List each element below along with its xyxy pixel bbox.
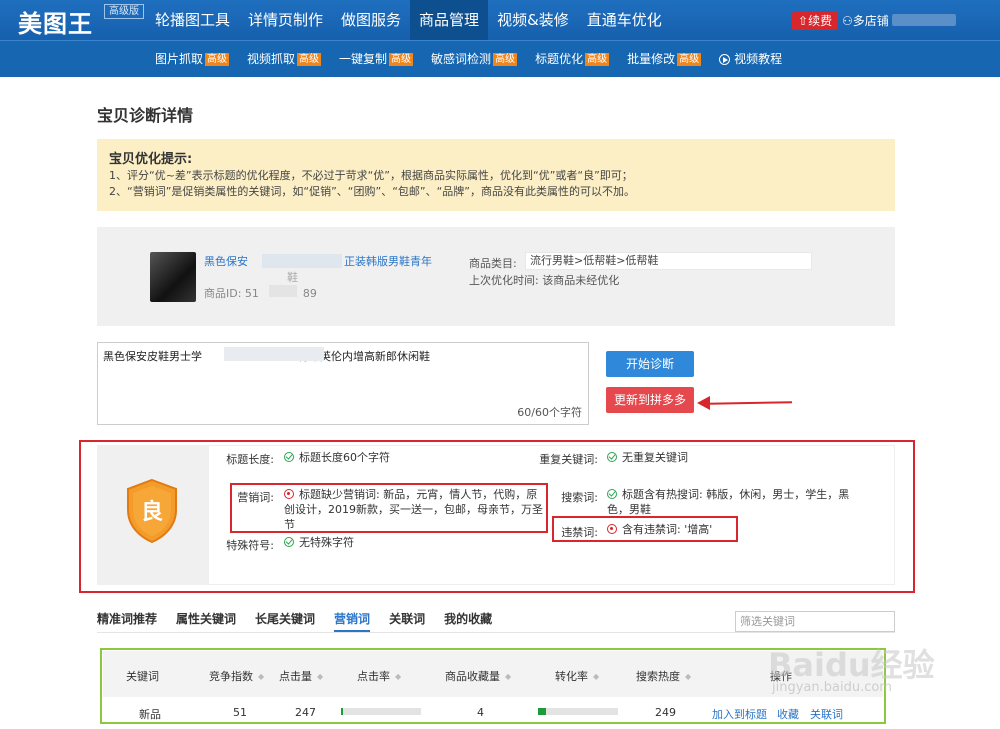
title-textarea[interactable]: 黑色保安皮鞋男士学 青年英伦内增高新郎休闲鞋 60/60个字符 [97, 342, 589, 425]
advanced-badge: 高级 [297, 53, 322, 66]
nav-item-video-decoration[interactable]: 视频&装修 [488, 0, 578, 40]
subnav-video-grab[interactable]: 视频抓取 高级 [238, 41, 330, 78]
product-name-line2: 鞋 [287, 271, 298, 284]
edition-badge: 高级版 [104, 4, 144, 19]
advanced-badge: 高级 [585, 53, 610, 66]
sub-nav: 图片抓取 高级 视频抓取 高级 一键复制 高级 敏感词检测 高级 标题优化 高级 批量修改… [146, 41, 791, 78]
annotation-arrow-head [697, 396, 710, 410]
start-diagnosis-button[interactable]: 开始诊断 [606, 351, 694, 377]
tab-attribute-keywords[interactable]: 属性关键词 [176, 610, 236, 632]
advanced-badge: 高级 [493, 53, 518, 66]
category-value: 流行男鞋>低帮鞋>低帮鞋 [525, 252, 812, 270]
annotation-red-box [79, 440, 915, 593]
product-id: 商品ID: 51 89 [204, 287, 317, 300]
nav-item-detail-page[interactable]: 详情页制作 [239, 0, 332, 40]
account-name-redacted [892, 14, 956, 26]
last-optimized-time: 上次优化时间: 该商品未经优化 [469, 274, 620, 287]
multi-shop-button[interactable]: ⚇多店铺 [842, 12, 889, 30]
redacted-area [224, 347, 324, 361]
tab-my-favorites[interactable]: 我的收藏 [444, 610, 492, 632]
redacted-area [269, 285, 297, 297]
app-logo[interactable]: 美图王 [18, 4, 93, 39]
top-nav-bar: 美图王 高级版 轮播图工具 详情页制作 做图服务 商品管理 视频&装修 直通车优… [0, 0, 1000, 40]
tab-precise-words[interactable]: 精准词推荐 [97, 610, 157, 632]
advanced-badge: 高级 [205, 53, 230, 66]
play-icon [719, 54, 731, 65]
watermark-url: jingyan.baidu.com [772, 680, 892, 695]
tab-divider [97, 632, 895, 633]
product-thumbnail[interactable] [150, 252, 196, 302]
nav-item-ads-optimization[interactable]: 直通车优化 [578, 0, 671, 40]
tips-line-1: 1、评分“优~差”表示标题的优化程度，不必过于苛求“优”，根据商品实际属性，优化… [109, 169, 633, 182]
optimization-tips: 宝贝优化提示: 1、评分“优~差”表示标题的优化程度，不必过于苛求“优”，根据商… [97, 139, 895, 211]
sub-nav-bar: 图片抓取 高级 视频抓取 高级 一键复制 高级 敏感词检测 高级 标题优化 高级 批量修改… [0, 40, 1000, 77]
char-count: 60/60个字符 [517, 406, 582, 419]
tab-long-tail-keywords[interactable]: 长尾关键词 [255, 610, 315, 632]
tab-related-words[interactable]: 关联词 [389, 610, 425, 632]
advanced-badge: 高级 [677, 53, 702, 66]
subnav-sensitive-word-check[interactable]: 敏感词检测 高级 [422, 41, 526, 78]
page-title: 宝贝诊断详情 [97, 106, 194, 125]
update-to-pinduoduo-button[interactable]: 更新到拼多多 [606, 387, 694, 413]
category-label: 商品类目: [469, 257, 517, 270]
user-icon: ⚇ [842, 14, 853, 28]
subnav-image-grab[interactable]: 图片抓取 高级 [146, 41, 238, 78]
advanced-badge: 高级 [389, 53, 414, 66]
nav-item-design-service[interactable]: 做图服务 [332, 0, 410, 40]
annotation-arrow [707, 401, 793, 405]
tips-line-2: 2、“营销词”是促销类属性的关键词，如“促销”、“团购”、“包邮”、“品牌”，商… [109, 185, 635, 198]
nav-item-product-management[interactable]: 商品管理 [410, 0, 489, 40]
tips-title: 宝贝优化提示: [109, 152, 193, 167]
subnav-title-optimization[interactable]: 标题优化 高级 [526, 41, 618, 78]
tab-marketing-words[interactable]: 营销词 [334, 610, 371, 632]
product-info-panel: 黑色保安 正装韩版男鞋青年 鞋 商品ID: 51 89 商品类目: 流行男鞋>低帮鞋… [97, 227, 895, 326]
renew-button[interactable]: ⇧续费 [792, 12, 839, 30]
filter-keyword-input[interactable]: 筛选关键词 [735, 611, 895, 632]
keyword-tabs: 精准词推荐 属性关键词 长尾关键词 营销词 关联词 我的收藏 [97, 610, 511, 632]
upgrade-icon: ⇧ [798, 14, 809, 28]
nav-item-carousel[interactable]: 轮播图工具 [146, 0, 239, 40]
subnav-batch-edit[interactable]: 批量修改 高级 [618, 41, 710, 78]
main-nav: 轮播图工具 详情页制作 做图服务 商品管理 视频&装修 直通车优化 [146, 0, 671, 40]
subnav-video-tutorial[interactable]: 视频教程 [710, 41, 791, 78]
subnav-one-click-copy[interactable]: 一键复制 高级 [330, 41, 422, 78]
redacted-area [262, 254, 342, 268]
